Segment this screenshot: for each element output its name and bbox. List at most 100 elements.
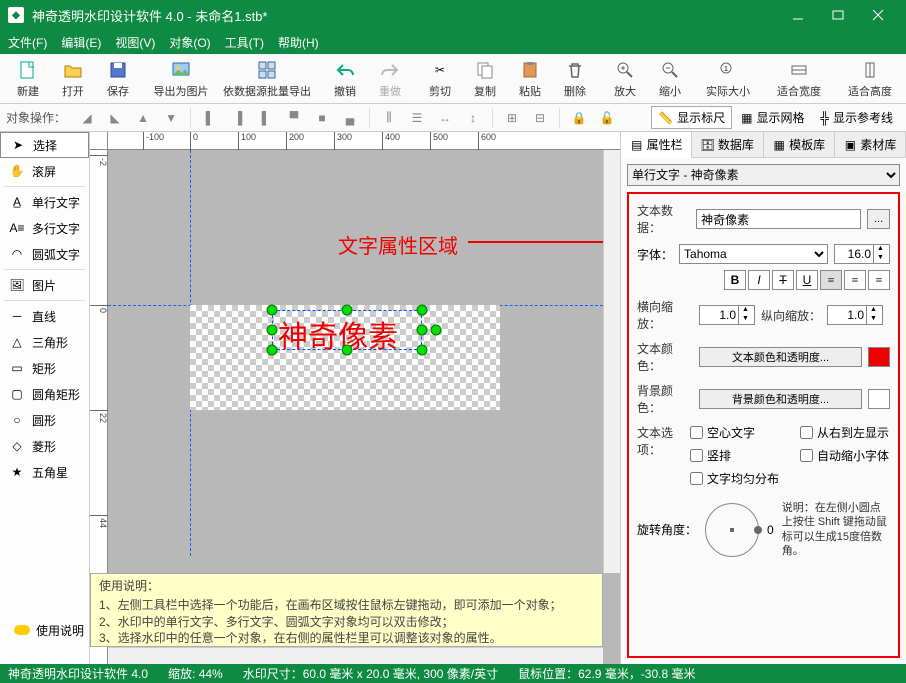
tool-single-text[interactable]: A̲单行文字: [0, 189, 89, 215]
group-icon[interactable]: ⊞: [501, 107, 523, 129]
opt-vertical[interactable]: 竖排: [690, 447, 780, 464]
minimize-button[interactable]: [778, 0, 818, 30]
distribute-v-icon[interactable]: ☰: [406, 107, 428, 129]
open-button[interactable]: 打开: [51, 56, 95, 102]
align-bottom-icon[interactable]: ▄: [339, 107, 361, 129]
menu-help[interactable]: 帮助(H): [278, 34, 319, 51]
menu-object[interactable]: 对象(O): [169, 34, 210, 51]
menu-tool[interactable]: 工具(T): [225, 34, 264, 51]
align-top-icon[interactable]: ▀: [283, 107, 305, 129]
horizontal-scrollbar[interactable]: [108, 647, 603, 664]
textdata-input[interactable]: [696, 209, 861, 229]
opt-rtl[interactable]: 从右到左显示: [800, 424, 890, 441]
tool-diamond[interactable]: ◇菱形: [0, 433, 89, 459]
sample-text-object[interactable]: 神奇像素: [278, 312, 398, 356]
cut-button[interactable]: ✂剪切: [418, 56, 462, 102]
align-left-icon[interactable]: ▌: [199, 107, 221, 129]
handle-s[interactable]: [342, 345, 353, 356]
zoomin-button[interactable]: 放大: [603, 56, 647, 102]
font-select[interactable]: Tahoma: [679, 244, 828, 264]
fitheight-button[interactable]: 适合高度: [835, 56, 905, 102]
horizontal-ruler[interactable]: -100 0 100 200 300 400 500 600: [108, 132, 620, 150]
maximize-button[interactable]: [818, 0, 858, 30]
same-height-icon[interactable]: ↕: [462, 107, 484, 129]
unlock-icon[interactable]: 🔓: [596, 107, 618, 129]
save-button[interactable]: 保存: [96, 56, 140, 102]
layer-bottom-icon[interactable]: ▼: [160, 107, 182, 129]
italic-button[interactable]: I: [748, 270, 770, 290]
same-width-icon[interactable]: ↔: [434, 107, 456, 129]
layer-down-icon[interactable]: ◣: [104, 107, 126, 129]
bgcolor-swatch[interactable]: [868, 389, 890, 409]
opt-hollow[interactable]: 空心文字: [690, 424, 780, 441]
canvas[interactable]: 神奇像素 文字属性区域: [108, 150, 603, 556]
handle-nw[interactable]: [267, 305, 278, 316]
show-grid-toggle[interactable]: ▦显示网格: [734, 106, 811, 129]
textcolor-button[interactable]: 文本颜色和透明度...: [699, 347, 862, 367]
bgcolor-button[interactable]: 背景颜色和透明度...: [699, 389, 862, 409]
menu-file[interactable]: 文件(F): [8, 34, 47, 51]
actualsize-button[interactable]: 1实际大小: [693, 56, 763, 102]
tool-rect[interactable]: ▭矩形: [0, 355, 89, 381]
new-button[interactable]: 新建: [6, 56, 50, 102]
opt-autoshrink[interactable]: 自动缩小字体: [800, 447, 890, 464]
handle-w[interactable]: [267, 325, 278, 336]
show-guide-toggle[interactable]: ╬显示参考线: [813, 106, 900, 129]
bold-button[interactable]: B: [724, 270, 746, 290]
tool-circle[interactable]: ○圆形: [0, 407, 89, 433]
show-ruler-toggle[interactable]: 📏显示标尺: [651, 106, 732, 129]
undo-button[interactable]: 撤销: [323, 56, 367, 102]
handle-n[interactable]: [342, 305, 353, 316]
align-center-icon[interactable]: ▐: [227, 107, 249, 129]
align-right-icon[interactable]: ▌: [255, 107, 277, 129]
tab-templates[interactable]: ▦模板库: [764, 132, 835, 157]
handle-e[interactable]: [417, 325, 428, 336]
handle-ne[interactable]: [417, 305, 428, 316]
underline-button[interactable]: U: [796, 270, 818, 290]
fitwidth-button[interactable]: 适合宽度: [764, 56, 834, 102]
textcolor-swatch[interactable]: [868, 347, 890, 367]
tool-star[interactable]: ★五角星: [0, 459, 89, 485]
zoomout-button[interactable]: 缩小: [648, 56, 692, 102]
handle-sw[interactable]: [267, 345, 278, 356]
canvas-area[interactable]: -100 0 100 200 300 400 500 600 -2 0 22 4…: [90, 132, 620, 664]
close-button[interactable]: [858, 0, 898, 30]
rotate-handle[interactable]: [754, 526, 762, 534]
align-middle-icon[interactable]: ■: [311, 107, 333, 129]
tool-line[interactable]: ─直线: [0, 303, 89, 329]
tab-properties[interactable]: ▤属性栏: [621, 132, 692, 158]
align-center-button[interactable]: ≡: [844, 270, 866, 290]
tool-pan[interactable]: ✋滚屏: [0, 158, 89, 184]
tool-triangle[interactable]: △三角形: [0, 329, 89, 355]
align-left-button[interactable]: ≡: [820, 270, 842, 290]
menu-edit[interactable]: 编辑(E): [61, 34, 101, 51]
rotate-dial[interactable]: [705, 503, 759, 557]
menu-view[interactable]: 视图(V): [115, 34, 155, 51]
textdata-more-button[interactable]: ...: [867, 209, 890, 229]
tool-select[interactable]: ➤选择: [0, 132, 89, 158]
lock-icon[interactable]: 🔒: [568, 107, 590, 129]
align-right-button[interactable]: ≡: [868, 270, 890, 290]
help-hint-button[interactable]: 使用说明: [6, 617, 92, 643]
tool-image[interactable]: 🖼图片: [0, 272, 89, 298]
tool-multi-text[interactable]: A≡多行文字: [0, 215, 89, 241]
paste-button[interactable]: 粘贴: [508, 56, 552, 102]
batch-export-button[interactable]: 依数据源批量导出: [217, 56, 317, 102]
handle-se[interactable]: [417, 345, 428, 356]
delete-button[interactable]: 删除: [553, 56, 597, 102]
ungroup-icon[interactable]: ⊟: [529, 107, 551, 129]
export-image-button[interactable]: 导出为图片: [146, 56, 216, 102]
tool-arc-text[interactable]: ◠圆弧文字: [0, 241, 89, 267]
hscale-input[interactable]: ▲▼: [699, 305, 755, 325]
object-selector[interactable]: 单行文字 - 神奇像素: [627, 164, 900, 186]
fontsize-up[interactable]: ▲: [873, 245, 887, 254]
strike-button[interactable]: T: [772, 270, 794, 290]
vertical-scrollbar[interactable]: [603, 150, 620, 573]
distribute-h-icon[interactable]: ⫼: [378, 107, 400, 129]
vscale-input[interactable]: ▲▼: [827, 305, 883, 325]
layer-top-icon[interactable]: ▲: [132, 107, 154, 129]
copy-button[interactable]: 复制: [463, 56, 507, 102]
tab-assets[interactable]: ▣素材库: [835, 132, 906, 157]
redo-button[interactable]: 重做: [368, 56, 412, 102]
handle-rotate[interactable]: [431, 325, 442, 336]
